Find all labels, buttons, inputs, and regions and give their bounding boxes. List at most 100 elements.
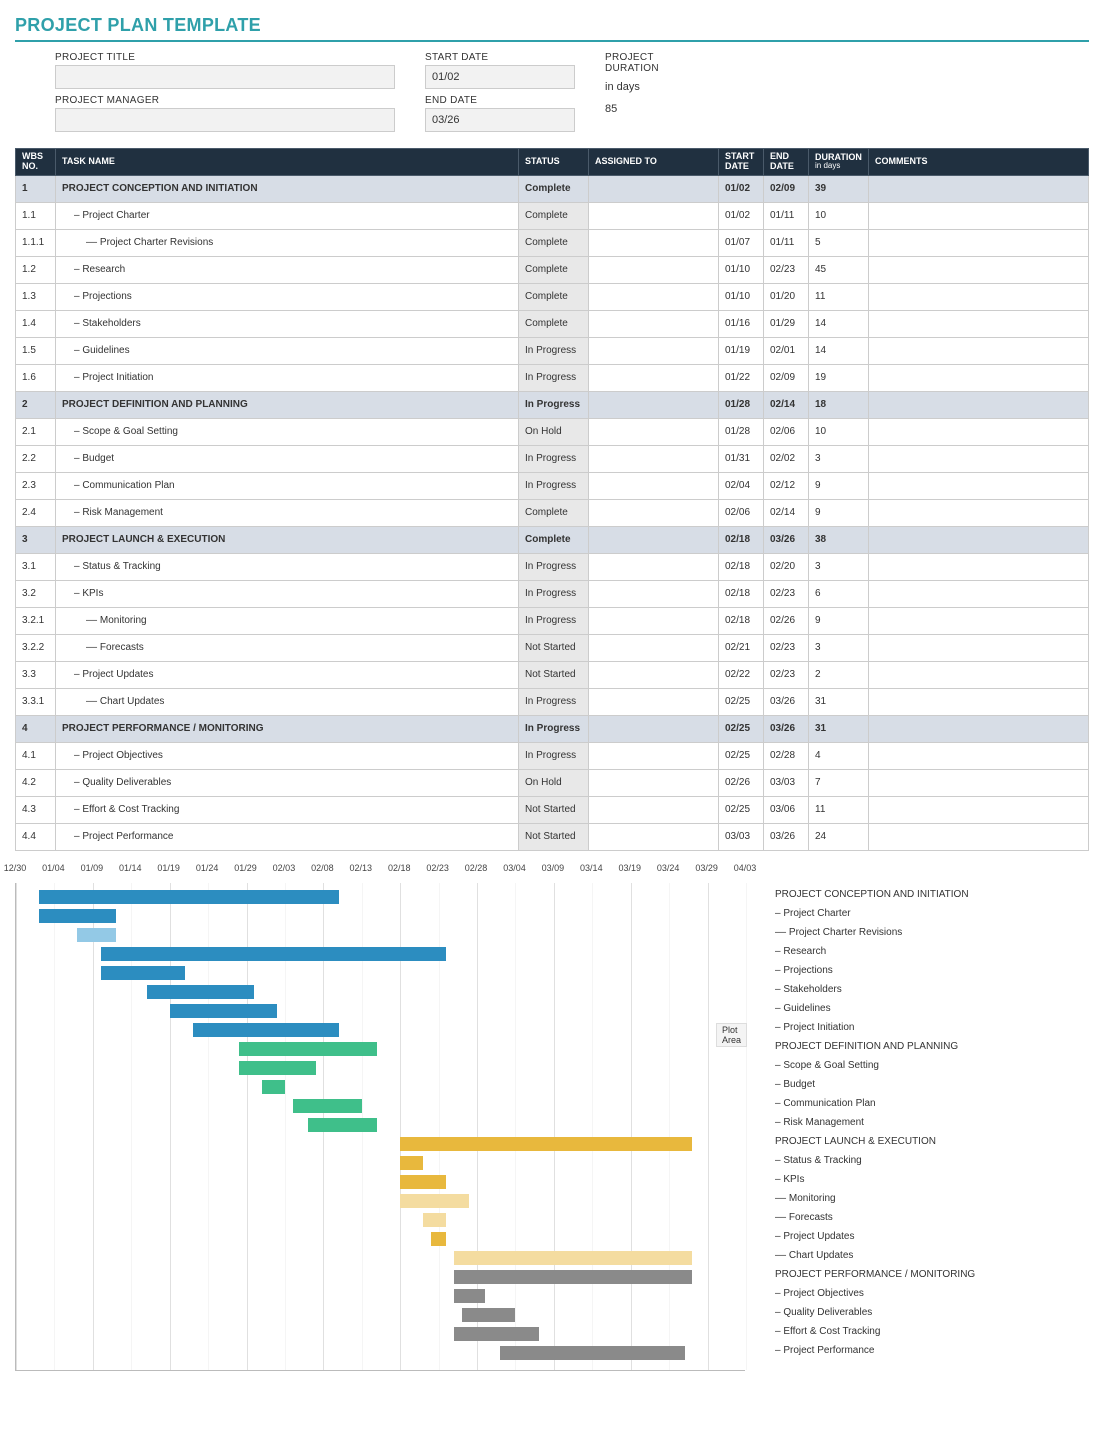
cell-assigned[interactable] [589,823,719,850]
cell-comments[interactable] [869,634,1089,661]
cell-comments[interactable] [869,715,1089,742]
cell-assigned[interactable] [589,526,719,553]
cell-status[interactable]: Complete [519,256,589,283]
cell-assigned[interactable] [589,715,719,742]
cell-status[interactable]: Not Started [519,823,589,850]
cell-assigned[interactable] [589,391,719,418]
cell-comments[interactable] [869,769,1089,796]
cell-assigned[interactable] [589,553,719,580]
cell-comments[interactable] [869,337,1089,364]
cell-assigned[interactable] [589,283,719,310]
cell-assigned[interactable] [589,607,719,634]
cell-task: – Budget [56,445,519,472]
cell-task: – Project Initiation [56,364,519,391]
cell-comments[interactable] [869,688,1089,715]
cell-status[interactable]: In Progress [519,445,589,472]
cell-wbs: 3.3 [16,661,56,688]
cell-comments[interactable] [869,229,1089,256]
cell-assigned[interactable] [589,634,719,661]
cell-status[interactable]: In Progress [519,553,589,580]
cell-assigned[interactable] [589,472,719,499]
cell-status[interactable]: On Hold [519,418,589,445]
cell-status[interactable]: Complete [519,202,589,229]
col-duration: DURATIONin days [809,149,869,176]
cell-comments[interactable] [869,175,1089,202]
cell-status[interactable]: Complete [519,283,589,310]
cell-comments[interactable] [869,742,1089,769]
cell-comments[interactable] [869,445,1089,472]
cell-comments[interactable] [869,391,1089,418]
cell-wbs: 2.1 [16,418,56,445]
start-date-input[interactable]: 01/02 [425,65,575,89]
cell-status[interactable]: In Progress [519,472,589,499]
cell-assigned[interactable] [589,229,719,256]
cell-comments[interactable] [869,526,1089,553]
cell-assigned[interactable] [589,310,719,337]
cell-comments[interactable] [869,418,1089,445]
cell-status[interactable]: In Progress [519,607,589,634]
cell-status[interactable]: Complete [519,229,589,256]
legend-item: – Status & Tracking [775,1151,1089,1170]
cell-assigned[interactable] [589,364,719,391]
cell-status[interactable]: In Progress [519,337,589,364]
cell-comments[interactable] [869,580,1089,607]
cell-comments[interactable] [869,661,1089,688]
cell-duration: 9 [809,499,869,526]
cell-assigned[interactable] [589,445,719,472]
cell-status[interactable]: In Progress [519,364,589,391]
cell-status[interactable]: In Progress [519,580,589,607]
cell-status[interactable]: In Progress [519,742,589,769]
cell-assigned[interactable] [589,580,719,607]
cell-comments[interactable] [869,607,1089,634]
cell-comments[interactable] [869,364,1089,391]
cell-comments[interactable] [869,202,1089,229]
cell-duration: 14 [809,310,869,337]
cell-duration: 31 [809,715,869,742]
cell-status[interactable]: Not Started [519,661,589,688]
cell-status[interactable]: In Progress [519,688,589,715]
cell-status[interactable]: In Progress [519,391,589,418]
end-date-input[interactable]: 03/26 [425,108,575,132]
cell-status[interactable]: In Progress [519,715,589,742]
cell-duration: 4 [809,742,869,769]
cell-status[interactable]: Not Started [519,634,589,661]
cell-duration: 31 [809,688,869,715]
cell-assigned[interactable] [589,796,719,823]
cell-assigned[interactable] [589,499,719,526]
cell-status[interactable]: Not Started [519,796,589,823]
cell-assigned[interactable] [589,202,719,229]
cell-comments[interactable] [869,310,1089,337]
cell-comments[interactable] [869,472,1089,499]
cell-assigned[interactable] [589,769,719,796]
project-manager-input[interactable] [55,108,395,132]
cell-task: PROJECT DEFINITION AND PLANNING [56,391,519,418]
cell-assigned[interactable] [589,742,719,769]
cell-assigned[interactable] [589,688,719,715]
project-title-input[interactable] [55,65,395,89]
cell-end: 02/09 [764,364,809,391]
cell-status[interactable]: On Hold [519,769,589,796]
cell-comments[interactable] [869,823,1089,850]
cell-status[interactable]: Complete [519,499,589,526]
gantt-bar [239,1061,316,1075]
cell-comments[interactable] [869,256,1089,283]
cell-status[interactable]: Complete [519,526,589,553]
cell-assigned[interactable] [589,337,719,364]
legend-item: – Project Objectives [775,1284,1089,1303]
table-row: 3.3– Project UpdatesNot Started02/2202/2… [16,661,1089,688]
cell-status[interactable]: Complete [519,310,589,337]
cell-assigned[interactable] [589,661,719,688]
cell-assigned[interactable] [589,418,719,445]
cell-task: – Guidelines [56,337,519,364]
col-status: STATUS [519,149,589,176]
table-row: 3PROJECT LAUNCH & EXECUTIONComplete02/18… [16,526,1089,553]
cell-status[interactable]: Complete [519,175,589,202]
cell-comments[interactable] [869,796,1089,823]
gantt-row [16,1267,745,1286]
cell-comments[interactable] [869,553,1089,580]
cell-assigned[interactable] [589,175,719,202]
gantt-row [16,1096,745,1115]
cell-assigned[interactable] [589,256,719,283]
cell-comments[interactable] [869,499,1089,526]
cell-comments[interactable] [869,283,1089,310]
